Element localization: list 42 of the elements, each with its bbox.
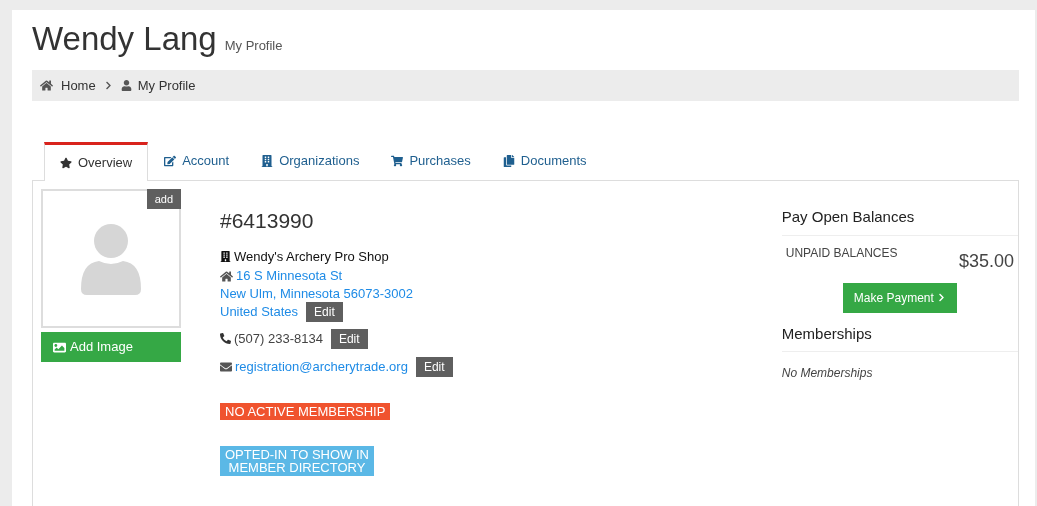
tab[interactable]: Purchases: [375, 141, 487, 180]
status-badge: OPTED-IN TO SHOW IN MEMBER DIRECTORY: [220, 445, 374, 476]
edit-button[interactable]: Edit: [330, 328, 368, 349]
phone-number: (507) 233-8134: [234, 329, 323, 348]
memberships-heading: Memberships: [781, 322, 1018, 352]
phone-icon: [220, 333, 231, 344]
page-subtitle: My Profile: [224, 36, 283, 55]
breadcrumb-link[interactable]: My Profile: [137, 75, 196, 96]
email-link[interactable]: registration@archerytrade.org: [235, 356, 408, 377]
building-icon: [261, 154, 274, 167]
address-link[interactable]: 16 S Minnesota St: [236, 266, 343, 286]
envelope-icon: [220, 360, 232, 373]
cart-icon: [391, 154, 404, 167]
edit-button[interactable]: Edit: [306, 302, 343, 322]
page-title: Wendy Lang: [32, 20, 217, 58]
tab[interactable]: Organizations: [245, 141, 376, 180]
unpaid-label: UNPAID BALANCES: [785, 244, 898, 262]
address-link[interactable]: New Ulm, Minnesota 56073-3002: [220, 284, 413, 304]
address-link[interactable]: United States: [220, 302, 299, 322]
tab[interactable]: Documents: [486, 141, 603, 180]
status-badge: NO ACTIVE MEMBERSHIP: [220, 402, 391, 420]
member-number: #6413990: [220, 208, 315, 234]
documents-icon: [502, 154, 515, 167]
home-icon: [40, 79, 53, 92]
avatar-icon: [79, 222, 143, 295]
chevron-icon: [103, 81, 113, 90]
home-icon: [220, 269, 233, 283]
edit-icon: [164, 154, 177, 167]
building-icon: [220, 251, 231, 263]
chevron-icon: [936, 293, 946, 302]
breadcrumb-link[interactable]: Home: [61, 75, 96, 96]
organization-name: Wendy's Archery Pro Shop: [234, 248, 389, 266]
unpaid-amount: $35.00: [958, 249, 1014, 273]
edit-button[interactable]: Edit: [415, 356, 453, 377]
tab[interactable]: Account: [148, 141, 246, 180]
user-icon: [120, 80, 132, 91]
image-icon: [53, 340, 66, 354]
add-photo-button[interactable]: add: [146, 189, 181, 209]
balances-heading: Pay Open Balances: [781, 206, 1018, 236]
empty-memberships-text: No Memberships: [781, 365, 874, 382]
star-icon: [60, 157, 72, 169]
tab[interactable]: Overview: [44, 142, 149, 181]
